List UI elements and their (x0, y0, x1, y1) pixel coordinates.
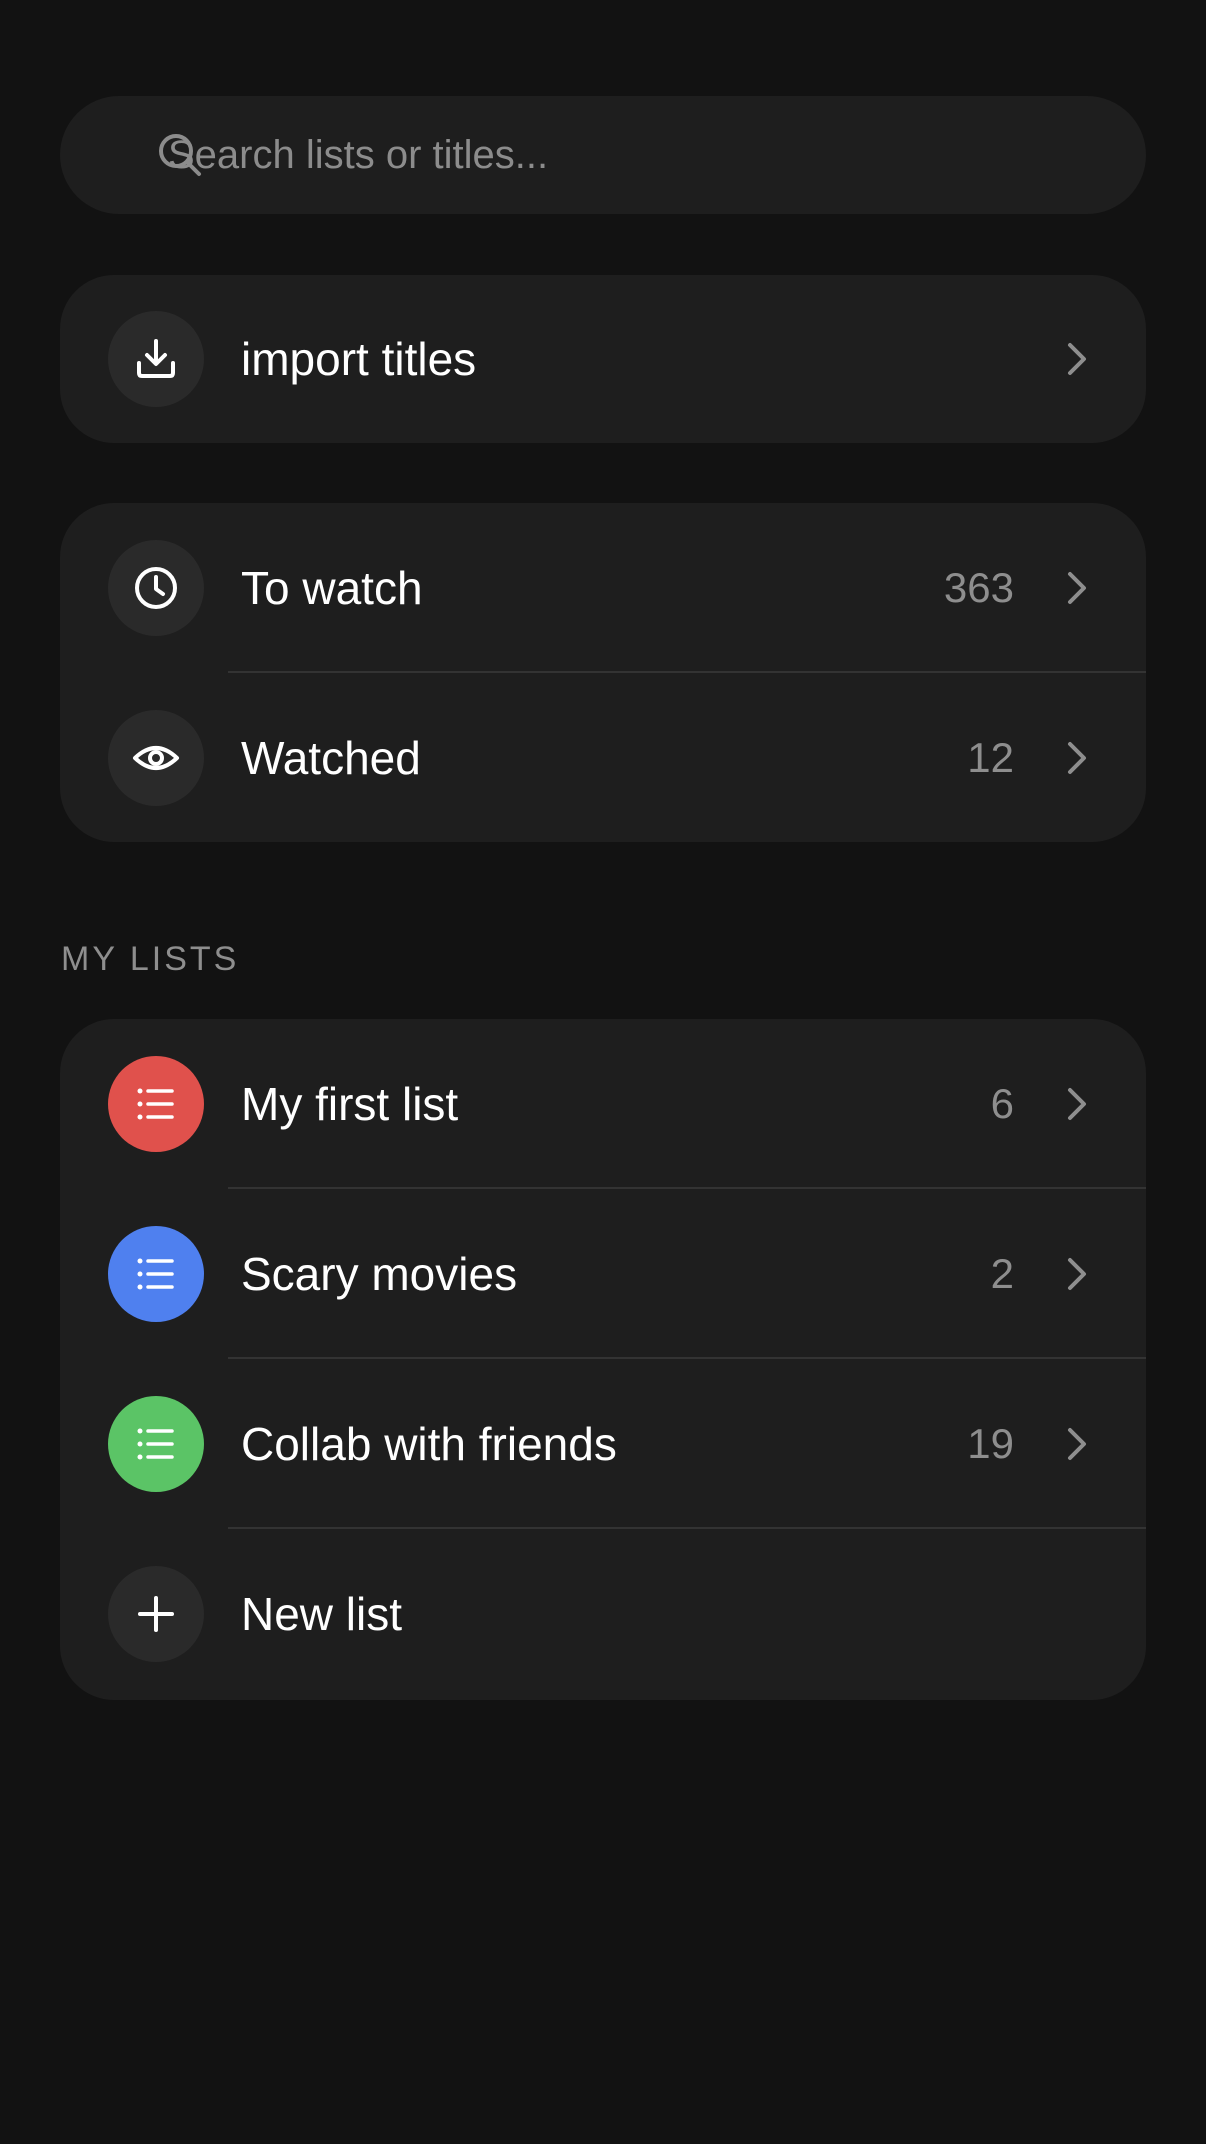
my-lists-card: My first list 6 Scary movies 2 Collab wi… (60, 1019, 1146, 1700)
plus-icon (138, 1596, 174, 1632)
list-item-label: Collab with friends (241, 1418, 617, 1470)
list-item[interactable]: My first list 6 (60, 1019, 1146, 1189)
search-bar[interactable] (60, 96, 1146, 214)
to-watch-icon-circle (108, 540, 204, 636)
download-icon (137, 339, 175, 378)
chevron-right-icon (1068, 572, 1086, 604)
list-color-badge (108, 1056, 204, 1152)
list-item-label: My first list (241, 1078, 459, 1130)
chevron-right-icon (1068, 1258, 1086, 1290)
list-item-count: 19 (967, 1420, 1014, 1467)
list-color-badge (108, 1226, 204, 1322)
to-watch-label: To watch (241, 562, 423, 614)
new-list-row[interactable]: New list (60, 1529, 1146, 1699)
new-list-label: New list (241, 1588, 403, 1640)
list-color-badge (108, 1396, 204, 1492)
chevron-right-icon (1068, 742, 1086, 774)
import-titles-row[interactable]: import titles (60, 275, 1146, 443)
list-item-count: 2 (990, 1250, 1014, 1297)
eye-icon (133, 746, 179, 770)
list-icon (137, 1428, 174, 1460)
import-card: import titles (60, 275, 1146, 443)
search-input[interactable] (168, 96, 1108, 214)
chevron-right-icon (1068, 1428, 1086, 1460)
clock-icon (135, 567, 177, 609)
import-icon-circle (108, 311, 204, 407)
my-lists-section-title: MY LISTS (61, 940, 240, 978)
watched-icon-circle (108, 710, 204, 806)
import-titles-label: import titles (241, 333, 477, 385)
to-watch-count: 363 (943, 564, 1014, 611)
list-item-count: 6 (990, 1080, 1014, 1127)
watched-label: Watched (241, 732, 421, 784)
list-icon (137, 1258, 174, 1290)
list-item[interactable]: Scary movies 2 (60, 1189, 1146, 1359)
new-list-icon-circle (108, 1566, 204, 1662)
status-lists-card: To watch 363 Watched 12 (60, 503, 1146, 842)
list-icon (137, 1088, 174, 1120)
chevron-right-icon (1068, 1088, 1086, 1120)
watched-row[interactable]: Watched 12 (60, 673, 1146, 842)
watched-count: 12 (967, 734, 1014, 781)
chevron-right-icon (1068, 343, 1086, 375)
list-item[interactable]: Collab with friends 19 (60, 1359, 1146, 1529)
list-item-label: Scary movies (241, 1248, 518, 1300)
to-watch-row[interactable]: To watch 363 (60, 503, 1146, 673)
